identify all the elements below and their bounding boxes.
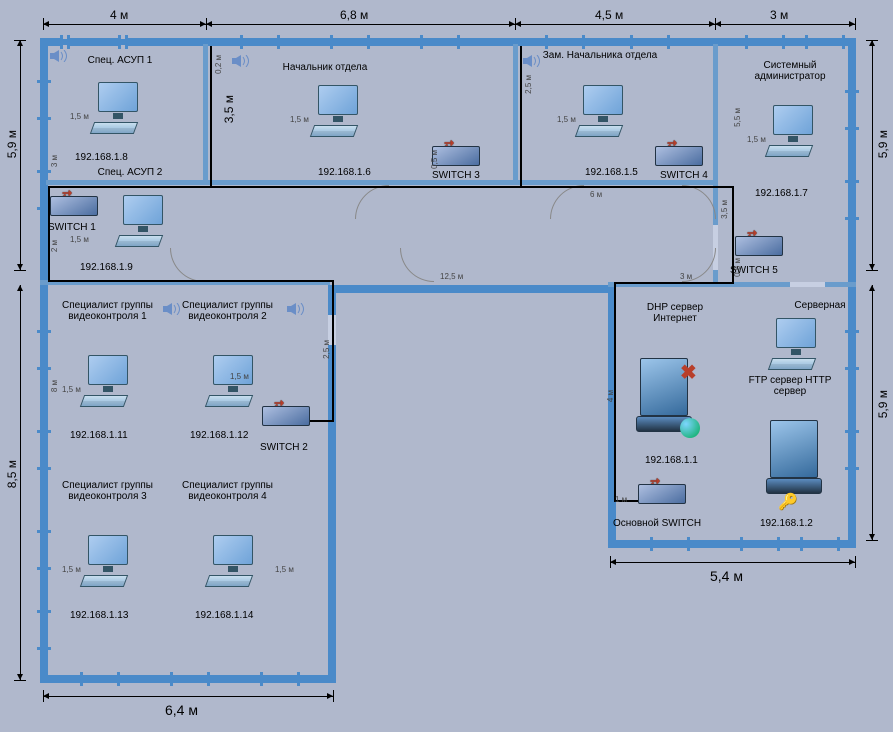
dim-right-1: 5,9 м	[876, 130, 890, 158]
ip-dhp: 192.168.1.1	[645, 455, 698, 466]
router-icon: ✖	[680, 360, 697, 385]
ip-spec1: 192.168.1.8	[75, 152, 128, 163]
ip-ftp: 192.168.1.2	[760, 518, 813, 529]
label-vid4: Специалист группы видеоконтроля 4	[175, 480, 280, 502]
label-vid2: Специалист группы видеоконтроля 2	[175, 300, 280, 322]
cable-len: 1 м	[615, 495, 627, 504]
cable-len: 1,5 м	[747, 135, 766, 144]
label-spec-asup-2: Спец. АСУП 2	[80, 167, 180, 178]
cable-len: 3 м	[680, 272, 692, 281]
cable-len: 1,5 м	[290, 115, 309, 124]
globe-icon	[680, 418, 700, 438]
pc-icon	[310, 85, 364, 139]
cable-len: 1,5 м	[70, 112, 89, 121]
ip-spec2: 192.168.1.9	[80, 262, 133, 273]
cable-len: 2,5 м	[524, 75, 533, 94]
pc-icon	[205, 535, 259, 589]
cable-len: 1,5 м	[557, 115, 576, 124]
switch-icon: ⇄	[432, 140, 480, 168]
speaker-icon	[523, 55, 541, 67]
label-head: Начальник отдела	[260, 62, 390, 73]
switch-main-label: Основной SWITCH	[613, 518, 701, 529]
switch-icon: ⇄	[262, 400, 310, 428]
label-serverroom: Серверная	[780, 300, 860, 311]
label-deputy: Зам. Начальника отдела	[540, 50, 660, 61]
cable-len: 2 м	[50, 240, 59, 252]
switch-icon: ⇄	[735, 230, 783, 258]
ip-vid1: 192.168.1.11	[70, 430, 128, 441]
cable-len: 2,5 м	[322, 340, 331, 359]
label-vid1: Специалист группы видеоконтроля 1	[55, 300, 160, 322]
cable-len: 0,5 м	[430, 150, 439, 169]
cable-len: 3 м	[50, 155, 59, 167]
label-vid3: Специалист группы видеоконтроля 3	[55, 480, 160, 502]
server-icon	[770, 420, 818, 498]
cable-len: 5,5 м	[733, 108, 742, 127]
cable-len: 12,5 м	[440, 272, 463, 281]
cable-len: 1,5 м	[275, 565, 294, 574]
pc-icon	[575, 85, 629, 139]
ip-vid2: 192.168.1.12	[190, 430, 248, 441]
pc-icon	[80, 535, 134, 589]
ip-vid4: 192.168.1.14	[195, 610, 253, 621]
dim-bottom-1: 6,4 м	[165, 702, 198, 718]
pc-icon	[80, 355, 134, 409]
speaker-icon	[287, 303, 305, 315]
switch-icon: ⇄	[655, 140, 703, 168]
cable-len: 1,5 м	[70, 235, 89, 244]
cable-len: 0,2 м	[214, 55, 223, 74]
cable-len: 4 м	[606, 390, 615, 402]
label-sysadmin: Системный администратор	[735, 60, 845, 82]
switch-2-label: SWITCH 2	[260, 442, 308, 453]
label-dhp: DHP сервер Интернет	[625, 302, 725, 324]
switch-icon: ⇄	[50, 190, 98, 218]
pc-icon	[765, 105, 819, 159]
key-icon: 🔑	[778, 492, 798, 512]
cable-len: 1,5 м	[62, 385, 81, 394]
cable-len: 0,5 м	[733, 258, 742, 277]
ip-vid3: 192.168.1.13	[70, 610, 128, 621]
ip-deputy: 192.168.1.5	[585, 167, 638, 178]
pc-icon	[115, 195, 169, 249]
dim-top-1: 4 м	[110, 8, 128, 22]
pc-icon	[205, 355, 259, 409]
speaker-icon	[232, 55, 250, 67]
switch-3-label: SWITCH 3	[432, 170, 480, 181]
dim-right-2: 5,9 м	[876, 390, 890, 418]
ip-sysadmin: 192.168.1.7	[755, 188, 808, 199]
cable-len: 1,5 м	[230, 372, 249, 381]
cable-len: 6 м	[590, 190, 602, 199]
dim-left-2: 8,5 м	[5, 460, 19, 488]
floor-plan: 4 м 6,8 м 4,5 м 3 м 5,9 м 8,5 м 5,9 м 5,…	[0, 0, 893, 732]
label-spec-asup-1: Спец. АСУП 1	[70, 55, 170, 66]
dim-left-1: 5,9 м	[5, 130, 19, 158]
dim-top-3: 4,5 м	[595, 8, 623, 22]
dim-inside-35: 3,5 м	[222, 95, 236, 123]
dim-top-4: 3 м	[770, 8, 788, 22]
cable-len: 1,5 м	[62, 565, 81, 574]
label-ftp: FTP сервер HTTP сервер	[735, 375, 845, 397]
pc-icon	[768, 318, 822, 372]
speaker-icon	[163, 303, 181, 315]
switch-icon: ⇄	[638, 478, 686, 506]
switch-4-label: SWITCH 4	[660, 170, 708, 181]
dim-top-2: 6,8 м	[340, 8, 368, 22]
cable-len: 8 м	[50, 380, 59, 392]
switch-1-label: SWITCH 1	[48, 222, 96, 233]
pc-icon	[90, 82, 144, 136]
dim-bottom-2: 5,4 м	[710, 568, 743, 584]
ip-head: 192.168.1.6	[318, 167, 371, 178]
speaker-icon	[50, 50, 68, 62]
cable-len: 3,5 м	[720, 200, 729, 219]
